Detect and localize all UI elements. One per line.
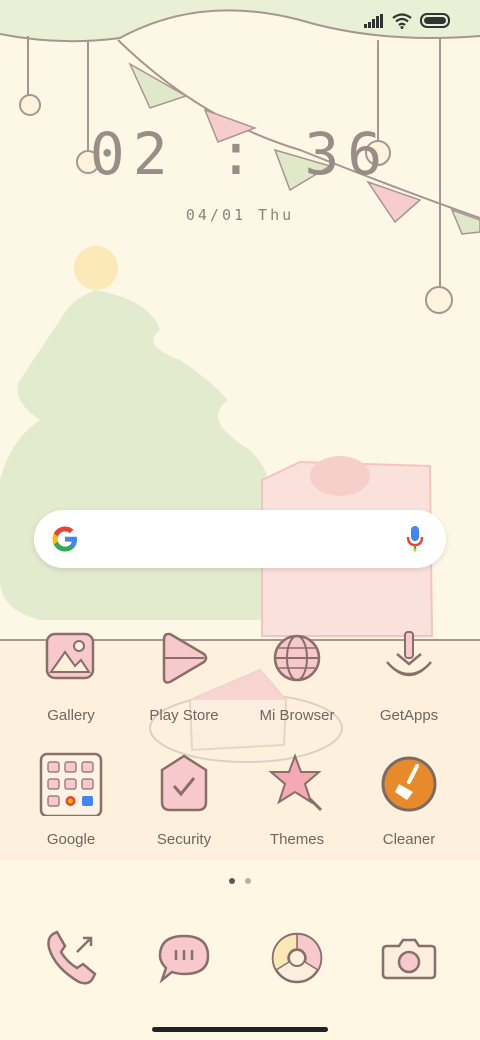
app-label: Themes xyxy=(269,831,325,848)
signal-icon xyxy=(364,14,383,28)
status-bar xyxy=(364,10,452,32)
app-label: Gallery xyxy=(47,707,95,724)
messages-icon[interactable] xyxy=(152,926,216,990)
app-getapps[interactable]: GetApps xyxy=(353,628,465,724)
browser-icon xyxy=(273,634,321,682)
app-google-folder[interactable]: Google xyxy=(15,752,127,848)
app-gallery[interactable]: Gallery xyxy=(15,628,127,724)
cleaner-icon xyxy=(381,756,437,812)
home-gesture-bar[interactable] xyxy=(152,1027,328,1032)
app-label: Mi Browser xyxy=(259,707,335,724)
app-label: GetApps xyxy=(379,707,439,724)
app-security[interactable]: Security xyxy=(128,752,240,848)
app-play-store[interactable]: Play Store xyxy=(128,628,240,724)
security-icon xyxy=(160,754,208,812)
battery-icon xyxy=(420,13,450,28)
page-indicator[interactable] xyxy=(0,878,480,884)
google-search-bar[interactable] xyxy=(34,510,446,568)
google-g-icon xyxy=(52,526,77,552)
clock-time[interactable]: 02 : 36 xyxy=(0,120,480,188)
phone-icon[interactable] xyxy=(39,926,103,990)
getapps-icon xyxy=(386,631,432,677)
app-label: Play Store xyxy=(149,707,219,724)
app-label: Security xyxy=(156,831,212,848)
gallery-icon xyxy=(45,632,95,680)
page-dot-1[interactable] xyxy=(229,878,235,884)
page-dot-2[interactable] xyxy=(245,878,251,884)
app-themes[interactable]: Themes xyxy=(241,752,353,848)
app-label: Google xyxy=(46,831,96,848)
app-mi-browser[interactable]: Mi Browser xyxy=(241,628,353,724)
app-label: Cleaner xyxy=(382,831,436,848)
play-store-icon xyxy=(162,632,208,684)
camera-icon[interactable] xyxy=(377,926,441,990)
app-cleaner[interactable]: Cleaner xyxy=(353,752,465,848)
themes-icon xyxy=(268,753,323,812)
clock-date[interactable]: 04/01 Thu xyxy=(0,206,480,224)
wifi-icon xyxy=(392,13,412,29)
chrome-browser-icon[interactable] xyxy=(265,926,329,990)
google-folder-icon xyxy=(39,752,103,818)
microphone-icon[interactable] xyxy=(406,525,424,553)
